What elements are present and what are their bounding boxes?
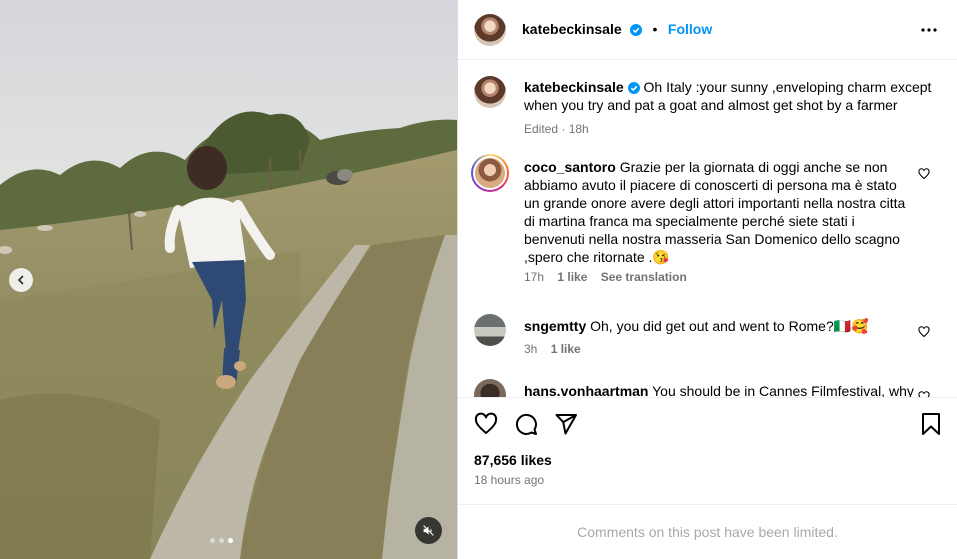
post-details-panel: katebeckinsale • Follow katebeckinsale O… — [458, 0, 957, 559]
commenter-username[interactable]: hans.vonhaartman — [524, 383, 648, 397]
footer-divider — [458, 504, 957, 505]
post-media[interactable] — [0, 0, 457, 559]
see-translation-link[interactable]: See translation — [601, 270, 687, 284]
commenter-avatar[interactable] — [474, 379, 506, 397]
more-horizontal-icon[interactable] — [921, 24, 937, 36]
separator-dot: • — [652, 21, 658, 37]
post-timestamp[interactable]: 18 hours ago — [474, 473, 544, 487]
carousel-prev-button[interactable] — [9, 268, 33, 292]
commenter-username[interactable]: sngemtty — [524, 318, 586, 334]
caption-meta: Edited · 18h — [524, 122, 589, 136]
verified-badge-icon — [630, 24, 643, 36]
speaker-muted-icon — [423, 525, 434, 536]
carousel-dot — [210, 538, 215, 543]
commenter-avatar[interactable] — [474, 314, 506, 346]
comment-text: You should be in Cannes Filmfestival, wh… — [652, 383, 914, 397]
likes-count[interactable]: 87,656 likes — [474, 452, 552, 468]
commenter-username[interactable]: coco_santoro — [524, 159, 616, 175]
comments-list[interactable]: katebeckinsale Oh Italy :your sunny ,env… — [458, 61, 957, 397]
caption-username[interactable]: katebeckinsale — [524, 79, 624, 95]
heart-icon[interactable] — [918, 326, 930, 338]
mute-toggle-button[interactable] — [415, 517, 442, 544]
send-icon[interactable] — [554, 412, 578, 436]
verified-badge-icon — [627, 82, 640, 94]
follow-button[interactable]: Follow — [668, 21, 712, 37]
comments-limited-notice: Comments on this post have been limited. — [577, 524, 838, 540]
carousel-dot-active — [228, 538, 233, 543]
comment-icon[interactable] — [514, 412, 538, 436]
carousel-dot — [219, 538, 224, 543]
author-avatar[interactable] — [474, 14, 506, 46]
comment-likes[interactable]: 1 like — [551, 342, 581, 356]
heart-icon[interactable] — [918, 168, 930, 180]
carousel-indicator — [210, 538, 233, 543]
author-username[interactable]: katebeckinsale — [522, 21, 622, 37]
comment-time[interactable]: 17h — [524, 270, 544, 284]
comment-likes[interactable]: 1 like — [557, 270, 587, 284]
bookmark-icon[interactable] — [919, 412, 943, 436]
author-avatar[interactable] — [474, 76, 506, 108]
actions-divider — [458, 397, 957, 398]
heart-icon[interactable] — [474, 412, 498, 436]
comment-text: Oh, you did get out and went to Rome?🇮🇹🥰 — [590, 318, 869, 334]
chevron-left-icon — [17, 275, 24, 285]
video-frame-image — [0, 0, 457, 559]
commenter-avatar[interactable] — [471, 154, 509, 192]
post-header: katebeckinsale • Follow — [458, 0, 957, 60]
comment-time[interactable]: 3h — [524, 342, 537, 356]
